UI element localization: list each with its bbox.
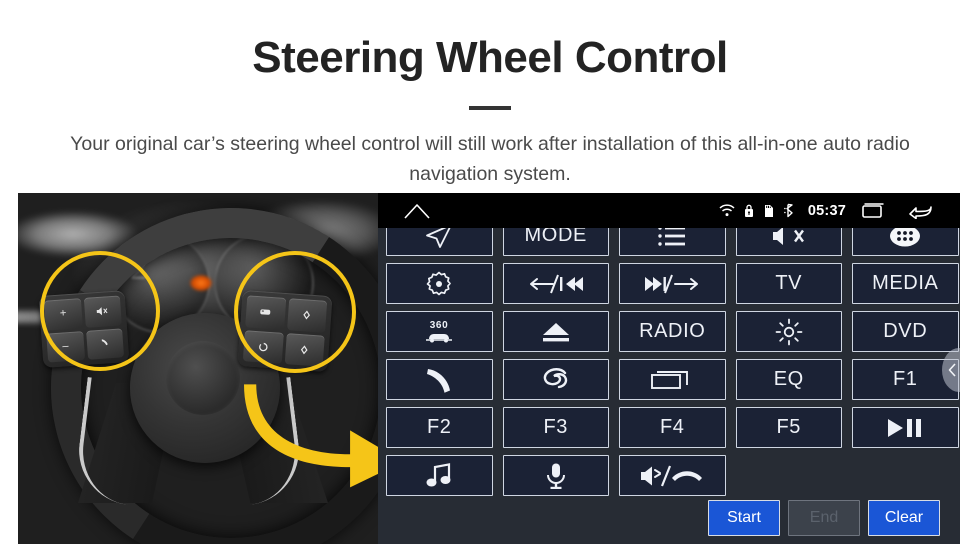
next-track-icon (643, 273, 701, 295)
control-button-dvd[interactable]: DVD (852, 311, 959, 352)
sdcard-icon (763, 204, 775, 218)
control-button-eject[interactable] (502, 311, 609, 352)
camera-360-icon: 360 (421, 318, 457, 346)
control-button-label: F1 (892, 368, 918, 390)
control-button-label: F3 (543, 416, 569, 438)
highlight-circle-right (234, 251, 356, 373)
control-button-play-pause[interactable] (852, 407, 959, 448)
control-button-settings[interactable] (386, 263, 493, 304)
control-button-label: MEDIA (872, 272, 939, 294)
control-button-f5[interactable]: F5 (735, 407, 842, 448)
head-unit-screen: 05:37 MODE TV MEDIA 360 RADIO DVD EQ F1 F2 F3 F4 F5… (378, 193, 960, 544)
recents-icon[interactable] (858, 202, 886, 220)
status-bar: 05:37 (378, 193, 960, 228)
phone-icon (423, 366, 455, 394)
control-button-previous[interactable] (502, 263, 609, 304)
back-icon[interactable] (908, 202, 934, 219)
page-header: Steering Wheel Control Your original car… (0, 0, 980, 193)
control-button-f2[interactable]: F2 (386, 407, 493, 448)
steering-wheel-photo: 2 + – (18, 193, 378, 544)
control-button-label: F5 (776, 416, 802, 438)
action-footer: Start End Clear (378, 496, 960, 544)
control-button-speaker-hangup[interactable] (619, 455, 726, 496)
svg-text:360: 360 (430, 320, 449, 331)
control-button-label: F4 (659, 416, 685, 438)
recents-window-icon (650, 369, 694, 391)
lock-icon (744, 204, 754, 218)
control-button-f3[interactable]: F3 (502, 407, 609, 448)
airbag-cover (166, 341, 240, 415)
pointing-arrow (230, 383, 378, 503)
control-button-media[interactable]: MEDIA (852, 263, 959, 304)
speaker-hangup-icon (639, 464, 705, 488)
swirl-icon (541, 366, 571, 394)
page-subtitle: Your original car’s steering wheel contr… (70, 133, 910, 185)
status-bar-clock: 05:37 (807, 202, 846, 219)
microphone-icon (544, 462, 568, 490)
control-button-voice[interactable] (502, 455, 609, 496)
control-button-grid: MODE TV MEDIA 360 RADIO DVD EQ F1 F2 F3 F4 F5 (386, 215, 959, 496)
control-button-brightness[interactable] (735, 311, 842, 352)
control-button-label: DVD (883, 320, 928, 342)
control-button-radio[interactable]: RADIO (619, 311, 726, 352)
control-button-tv[interactable]: TV (735, 263, 842, 304)
page-title: Steering Wheel Control (252, 33, 728, 82)
control-button-label: EQ (773, 368, 804, 390)
clear-button[interactable]: Clear (868, 500, 940, 536)
wifi-icon (719, 204, 735, 217)
eject-icon (539, 320, 573, 344)
prev-track-icon (527, 273, 585, 295)
control-button-next[interactable] (619, 263, 726, 304)
music-note-icon (425, 462, 453, 489)
control-button-f4[interactable]: F4 (619, 407, 726, 448)
control-button-eq[interactable]: EQ (735, 359, 842, 400)
title-divider (469, 106, 511, 110)
control-button-camera-360[interactable]: 360 (386, 311, 493, 352)
control-button-music[interactable] (386, 455, 493, 496)
brightness-icon (775, 318, 803, 346)
control-button-swirl[interactable] (502, 359, 609, 400)
highlight-circle-left (40, 251, 160, 371)
control-button-phone[interactable] (386, 359, 493, 400)
play-pause-icon (885, 417, 925, 439)
start-button[interactable]: Start (708, 500, 780, 536)
bluetooth-icon (784, 203, 796, 218)
control-button-label: F2 (426, 416, 452, 438)
status-icons (719, 203, 796, 218)
control-button-label: RADIO (639, 320, 706, 342)
control-button-recents[interactable] (619, 359, 726, 400)
page-root: Steering Wheel Control Your original car… (0, 0, 980, 544)
settings-gear-icon (425, 270, 453, 298)
status-bar-navigation (858, 202, 934, 220)
end-button[interactable]: End (788, 500, 860, 536)
home-icon[interactable] (404, 203, 430, 219)
control-button-label: TV (775, 272, 803, 294)
